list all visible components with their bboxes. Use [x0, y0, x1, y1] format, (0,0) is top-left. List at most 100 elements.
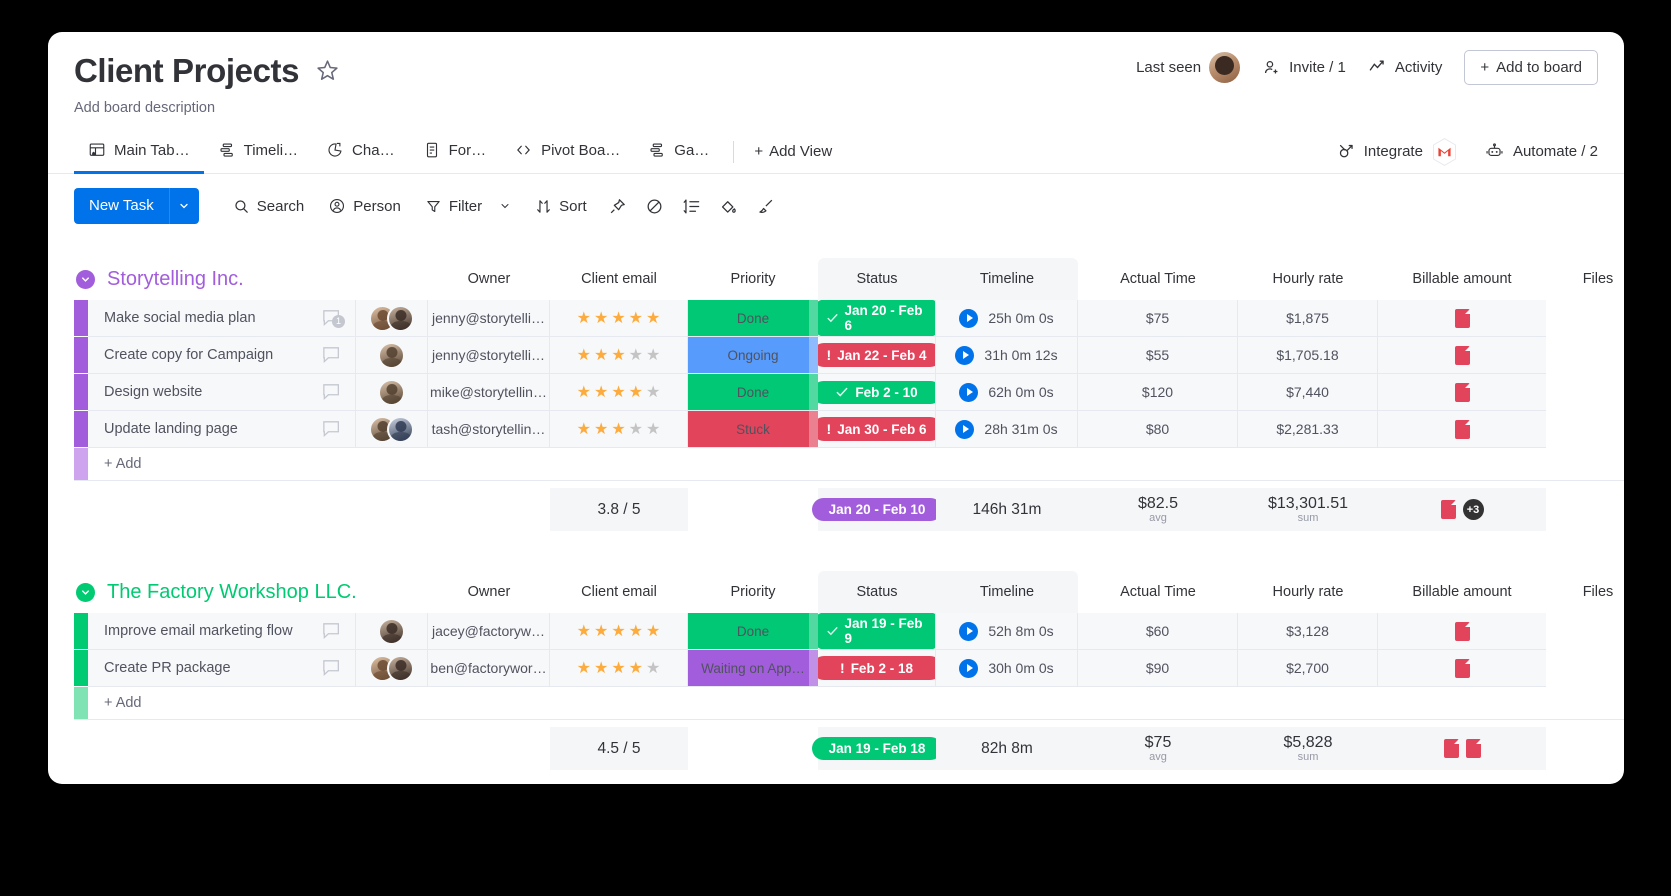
priority-stars[interactable]: ★ ★ ★ ★ ★ — [577, 345, 661, 365]
column-header-actual-time[interactable]: Actual Time — [1078, 571, 1238, 613]
play-timer-icon[interactable] — [959, 658, 979, 678]
avatar[interactable] — [378, 341, 405, 369]
paint-bucket-icon[interactable] — [710, 191, 747, 222]
client-email-cell[interactable]: tash@storytellin… — [428, 411, 550, 448]
add-view-button[interactable]: + Add View — [744, 132, 842, 171]
column-header-status[interactable]: Status — [818, 258, 936, 300]
owner-cell[interactable] — [356, 411, 428, 448]
comment-bubble-icon[interactable] — [321, 346, 343, 365]
priority-stars[interactable]: ★ ★ ★ ★ ★ — [577, 621, 661, 641]
table-row[interactable]: Design website mike@storytellin… ★ ★ ★ ★ ★ Done… — [74, 374, 1598, 411]
priority-stars[interactable]: ★ ★ ★ ★ ★ — [577, 658, 661, 678]
actual-time-cell[interactable]: 28h 31m 0s — [936, 411, 1078, 448]
status-cell[interactable]: Waiting on App… — [688, 650, 818, 687]
table-row[interactable]: Create PR package ben@factorywor… ★ ★ ★ ★ ★ Wai… — [74, 650, 1598, 687]
status-cell[interactable]: Ongoing — [688, 337, 818, 374]
comment-bubble-icon[interactable] — [321, 659, 343, 678]
table-row[interactable]: Create copy for Campaign jenny@storytelli… — [74, 337, 1598, 374]
add-item-label[interactable]: + Add — [88, 687, 1624, 720]
table-row[interactable]: Update landing page tash@storytellin… ★ ★ ★ ★… — [74, 411, 1598, 448]
add-row-2[interactable]: + Add — [74, 687, 1624, 720]
search-button[interactable]: Search — [221, 192, 317, 221]
add-row-1[interactable]: + Add — [74, 448, 1624, 481]
avatar-group[interactable] — [369, 415, 414, 443]
avatar-group[interactable] — [369, 654, 414, 682]
billable-amount-cell[interactable]: $2,281.33 — [1238, 411, 1378, 448]
hourly-rate-cell[interactable]: $90 — [1078, 650, 1238, 687]
priority-cell[interactable]: ★ ★ ★ ★ ★ — [550, 337, 688, 374]
task-name-cell[interactable]: Update landing page — [88, 411, 356, 448]
files-cell[interactable] — [1378, 613, 1546, 650]
owner-cell[interactable] — [356, 300, 428, 337]
sort-button[interactable]: Sort — [523, 192, 599, 221]
chevron-down-icon[interactable] — [168, 188, 199, 224]
column-header-client-email[interactable]: Client email — [550, 258, 688, 300]
column-header-timeline[interactable]: Timeline — [936, 258, 1078, 300]
priority-stars[interactable]: ★ ★ ★ ★ ★ — [577, 308, 661, 328]
last-seen[interactable]: Last seen — [1136, 52, 1241, 83]
pdf-file-icon[interactable] — [1454, 345, 1470, 365]
pdf-file-icon[interactable] — [1465, 739, 1481, 758]
play-timer-icon[interactable] — [955, 345, 975, 365]
files-cell[interactable] — [1378, 650, 1546, 687]
owner-cell[interactable] — [356, 650, 428, 687]
task-name-cell[interactable]: Design website — [88, 374, 356, 411]
new-task-button[interactable]: New Task — [74, 188, 199, 224]
timeline-cell[interactable]: Jan 20 - Feb 6 — [818, 300, 936, 337]
billable-amount-cell[interactable]: $3,128 — [1238, 613, 1378, 650]
actual-time-cell[interactable]: 52h 8m 0s — [936, 613, 1078, 650]
play-timer-icon[interactable] — [959, 621, 979, 641]
timeline-cell[interactable]: Jan 19 - Feb 9 — [818, 613, 936, 650]
hourly-rate-cell[interactable]: $55 — [1078, 337, 1238, 374]
tab-chart[interactable]: Cha… — [312, 130, 409, 174]
play-timer-icon[interactable] — [955, 419, 975, 439]
pdf-file-icon[interactable] — [1454, 658, 1470, 678]
billable-amount-cell[interactable]: $1,705.18 — [1238, 337, 1378, 374]
activity-button[interactable]: Activity — [1368, 58, 1442, 77]
row-height-icon[interactable] — [673, 191, 710, 222]
pdf-file-icon[interactable] — [1440, 500, 1456, 519]
avatar[interactable] — [387, 304, 414, 332]
billable-amount-cell[interactable]: $7,440 — [1238, 374, 1378, 411]
actual-time-cell[interactable]: 30h 0m 0s — [936, 650, 1078, 687]
client-email-cell[interactable]: ben@factorywor… — [428, 650, 550, 687]
comment-bubble-icon[interactable] — [321, 622, 343, 641]
collapse-chevron-icon[interactable] — [76, 269, 95, 289]
priority-cell[interactable]: ★ ★ ★ ★ ★ — [550, 613, 688, 650]
comment-bubble-icon[interactable]: 1 — [321, 309, 345, 328]
priority-cell[interactable]: ★ ★ ★ ★ ★ — [550, 411, 688, 448]
column-header-timeline[interactable]: Timeline — [936, 571, 1078, 613]
collapse-chevron-icon[interactable] — [76, 582, 95, 602]
invite-button[interactable]: Invite / 1 — [1262, 58, 1346, 77]
column-header-priority[interactable]: Priority — [688, 258, 818, 300]
avatar-group[interactable] — [369, 304, 414, 332]
actual-time-cell[interactable]: 31h 0m 12s — [936, 337, 1078, 374]
status-cell[interactable]: Done — [688, 300, 818, 337]
files-cell[interactable] — [1378, 374, 1546, 411]
task-name-cell[interactable]: Make social media plan 1 — [88, 300, 356, 337]
group-title[interactable]: The Factory Workshop LLC. — [74, 571, 428, 613]
files-overflow-badge[interactable]: +3 — [1462, 499, 1484, 520]
automate-button[interactable]: Automate / 2 — [1484, 142, 1598, 161]
tab-gantt[interactable]: Ga… — [634, 130, 723, 174]
owner-cell[interactable] — [356, 613, 428, 650]
priority-cell[interactable]: ★ ★ ★ ★ ★ — [550, 300, 688, 337]
play-timer-icon[interactable] — [959, 308, 979, 328]
task-name-cell[interactable]: Create copy for Campaign — [88, 337, 356, 374]
add-to-board-button[interactable]: + Add to board — [1464, 50, 1598, 85]
task-name-cell[interactable]: Create PR package — [88, 650, 356, 687]
priority-stars[interactable]: ★ ★ ★ ★ ★ — [577, 382, 661, 402]
hide-eye-icon[interactable] — [636, 191, 673, 222]
avatar[interactable] — [387, 415, 414, 443]
priority-cell[interactable]: ★ ★ ★ ★ ★ — [550, 374, 688, 411]
timeline-cell[interactable]: ! Jan 22 - Feb 4 — [818, 337, 936, 374]
column-header-hourly-rate[interactable]: Hourly rate — [1238, 258, 1378, 300]
pin-icon[interactable] — [599, 191, 636, 222]
broom-icon[interactable] — [747, 191, 784, 222]
column-header-files[interactable]: Files — [1546, 571, 1624, 613]
files-cell[interactable] — [1378, 337, 1546, 374]
integrate-button[interactable]: Integrate — [1337, 137, 1458, 167]
comment-bubble-icon[interactable] — [321, 383, 343, 402]
pdf-file-icon[interactable] — [1454, 382, 1470, 402]
column-header-owner[interactable]: Owner — [428, 571, 550, 613]
